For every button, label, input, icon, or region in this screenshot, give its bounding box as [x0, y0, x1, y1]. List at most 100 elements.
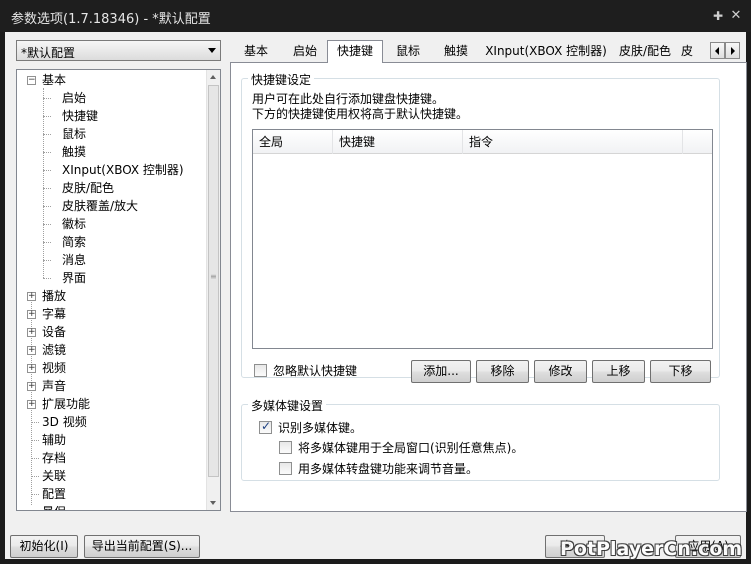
tree-item[interactable]: 触摸	[17, 143, 207, 161]
tab-mouse[interactable]: 鼠标	[385, 42, 431, 62]
tab-xinput[interactable]: XInput(XBOX 控制器)	[481, 42, 611, 62]
tree-item-label: 徽标	[62, 217, 87, 231]
scroll-down-icon[interactable]	[207, 496, 220, 510]
tree-item[interactable]: 3D 视频	[17, 413, 207, 431]
tree-item[interactable]: + 字幕	[17, 305, 207, 323]
chevron-down-icon	[208, 48, 216, 53]
edit-button[interactable]: 修改	[534, 360, 587, 383]
export-profile-button[interactable]: 导出当前配置(S)...	[84, 535, 200, 558]
tree-connector	[31, 422, 39, 423]
hotkeys-list[interactable]: 全局 快捷键 指令	[252, 129, 713, 349]
tree-item[interactable]: + 播放	[17, 287, 207, 305]
hotkeys-group-title: 快捷键设定	[248, 71, 315, 88]
tree-item[interactable]: 关联	[17, 467, 207, 485]
tree-item-label: 滤镜	[42, 343, 67, 357]
tab-skin[interactable]: 皮肤/配色	[613, 42, 677, 62]
profile-select[interactable]: *默认配置	[16, 40, 221, 61]
tree-item-label: 快捷键	[61, 107, 100, 125]
title-bar: 参数选项(1.7.18346) - *默认配置 ✚ ✕	[0, 0, 751, 32]
pin-icon[interactable]: ✚	[711, 9, 725, 23]
tab-basic[interactable]: 基本	[232, 42, 280, 62]
tree-item[interactable]: 界面	[17, 269, 207, 287]
expand-icon[interactable]: +	[27, 382, 36, 391]
chevron-left-icon[interactable]	[710, 42, 725, 59]
tree-item[interactable]: 皮肤覆盖/放大	[17, 197, 207, 215]
tree-item[interactable]: + 滤镜	[17, 341, 207, 359]
expand-icon[interactable]: +	[27, 328, 36, 337]
initialize-button[interactable]: 初始化(I)	[10, 535, 78, 558]
scroll-thumb[interactable]	[208, 85, 219, 477]
expand-icon[interactable]: +	[27, 292, 36, 301]
tree-item[interactable]: + 声音	[17, 377, 207, 395]
tree-item[interactable]: 辅助	[17, 431, 207, 449]
tree-item[interactable]: + 扩展功能	[17, 395, 207, 413]
hotkeys-list-header: 全局 快捷键 指令	[253, 130, 712, 154]
expand-icon[interactable]: +	[27, 400, 36, 409]
tree-item[interactable]: 徽标	[17, 215, 207, 233]
tab-skin-overlay[interactable]: 皮	[681, 42, 697, 62]
expand-icon[interactable]: +	[27, 310, 36, 319]
tree-connector	[43, 98, 51, 99]
chevron-right-icon[interactable]	[725, 42, 740, 59]
tree-item[interactable]: 鼠标	[17, 125, 207, 143]
tree-connector	[43, 116, 51, 117]
checkbox-box[interactable]	[279, 462, 292, 475]
checkbox-box[interactable]	[279, 441, 292, 454]
ignore-default-hotkeys-label: 忽略默认快捷键	[273, 364, 358, 378]
close-icon[interactable]: ✕	[729, 9, 743, 23]
checkbox-box-checked[interactable]	[259, 419, 272, 434]
checkbox-box[interactable]	[254, 364, 267, 377]
expand-icon[interactable]: +	[27, 364, 36, 373]
tree-item-label: 皮肤/配色	[62, 181, 115, 195]
tree-item[interactable]: 存档	[17, 449, 207, 467]
tab-scroll-arrows	[710, 42, 740, 59]
collapse-icon[interactable]: −	[27, 76, 36, 85]
media-wheel-volume-label: 用多媒体转盘键功能来调节音量。	[298, 462, 479, 476]
tab-startup[interactable]: 启始	[282, 42, 328, 62]
tree-item[interactable]: 简索	[17, 233, 207, 251]
tree-connector	[31, 440, 39, 441]
tree-item-label: 配置	[42, 487, 67, 501]
tree-item-label: 播放	[42, 289, 67, 303]
expand-icon[interactable]: +	[27, 346, 36, 355]
tree-item-label: 字幕	[42, 307, 67, 321]
tree-connector	[31, 458, 39, 459]
tree-item[interactable]: + 视频	[17, 359, 207, 377]
tree-connector	[43, 152, 51, 153]
tree-connector	[43, 278, 51, 279]
tree-item-label: 皮肤覆盖/放大	[62, 199, 139, 213]
tree-connector	[31, 494, 39, 495]
tab-touch[interactable]: 触摸	[433, 42, 479, 62]
column-global[interactable]: 全局	[253, 130, 333, 154]
tree-item-label: 暴保	[41, 503, 67, 510]
tree-item[interactable]: 皮肤/配色	[17, 179, 207, 197]
tree-item[interactable]: 快捷键	[17, 107, 207, 125]
column-hotkey[interactable]: 快捷键	[333, 130, 463, 154]
tree-item-label: 声音	[42, 379, 67, 393]
tree-item[interactable]: 启始	[17, 89, 207, 107]
move-down-button[interactable]: 下移	[650, 360, 711, 383]
tree-item[interactable]: − 基本	[17, 71, 207, 89]
remove-button[interactable]: 移除	[476, 360, 529, 383]
tree-item-label: 扩展功能	[42, 397, 91, 411]
tree-item-label: XInput(XBOX 控制器)	[62, 163, 184, 177]
tree-scrollbar[interactable]: ≡	[206, 70, 220, 510]
media-keys-group-title: 多媒体键设置	[248, 397, 327, 414]
watermark-text: PotPlayerCn.com	[560, 538, 743, 560]
column-command[interactable]: 指令	[463, 130, 683, 154]
settings-tree[interactable]: − 基本 启始 快捷键 鼠标 触摸 XInput(XBOX 控制器) 皮肤/配色皮肤覆盖/放大…	[16, 69, 221, 511]
tab-strip: 基本 启始 快捷键 鼠标 触摸 XInput(XBOX 控制器) 皮肤/配色 皮	[230, 40, 740, 63]
add-button[interactable]: 添加...	[411, 360, 471, 383]
tree-item-label: 关联	[42, 469, 67, 483]
tab-hotkeys[interactable]: 快捷键	[327, 40, 383, 63]
tree-item[interactable]: XInput(XBOX 控制器)	[17, 161, 207, 179]
tree-item[interactable]: 消息	[17, 251, 207, 269]
tree-item[interactable]: + 设备	[17, 323, 207, 341]
tree-connector	[43, 170, 51, 171]
move-up-button[interactable]: 上移	[592, 360, 645, 383]
tree-item-label: 界面	[62, 271, 87, 285]
tree-item[interactable]: 配置	[17, 485, 207, 503]
scroll-up-icon[interactable]	[207, 70, 220, 84]
tree-item-label: 视频	[42, 361, 67, 375]
tree-item[interactable]: 暴保	[17, 503, 207, 510]
